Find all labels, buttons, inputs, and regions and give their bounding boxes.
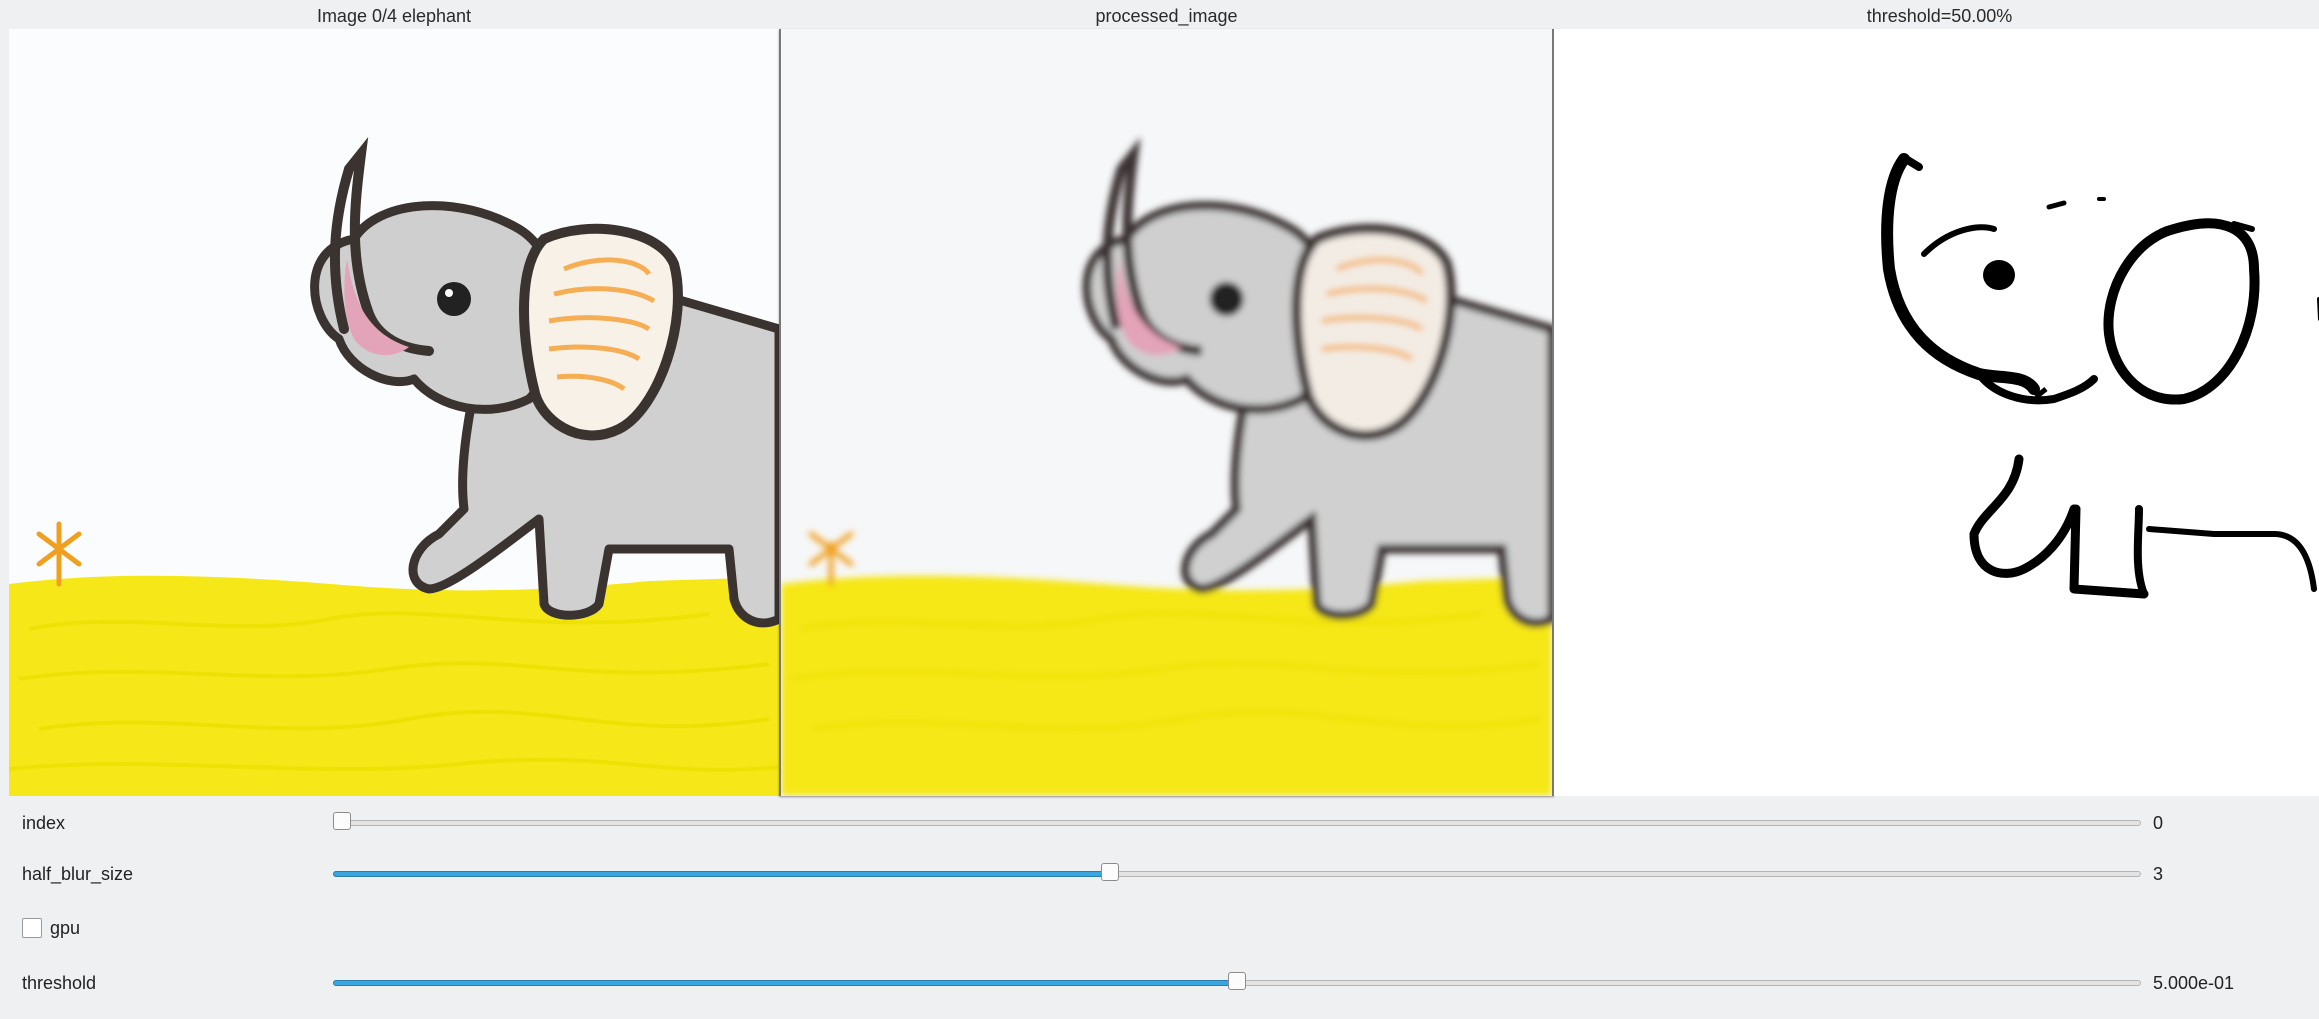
- gpu-checkbox[interactable]: [22, 918, 42, 938]
- half-blur-size-label: half_blur_size: [22, 864, 134, 884]
- threshold-slider-thumb[interactable]: [1228, 972, 1246, 990]
- half-blur-size-slider-fill: [333, 871, 1111, 877]
- threshold-slider-fill: [333, 980, 1237, 986]
- index-slider-track[interactable]: [333, 820, 2141, 826]
- index-label: index: [22, 813, 66, 833]
- gpu-label[interactable]: gpu: [50, 918, 80, 939]
- original-image-title: Image 0/4 elephant: [316, 6, 472, 26]
- index-value: 0: [2153, 813, 2164, 833]
- half-blur-size-value: 3: [2153, 864, 2164, 884]
- index-row: index 0: [0, 808, 2319, 838]
- threshold-image-panel: threshold=50.00%: [1554, 0, 2319, 800]
- threshold-image-view[interactable]: [1554, 29, 2319, 796]
- index-slider[interactable]: [333, 812, 2141, 830]
- processed-image-title: processed_image: [1095, 6, 1238, 26]
- original-image-view[interactable]: [9, 29, 779, 796]
- controls-panel: index 0 half_blur_size 3 gpu threshold 5…: [0, 800, 2319, 1019]
- image-panels: Image 0/4 elephant processed_image thres…: [9, 0, 2319, 800]
- threshold-row: threshold 5.000e-01: [0, 968, 2319, 998]
- processed-image-panel: processed_image: [779, 0, 1554, 800]
- elephant-drawing: [9, 29, 779, 796]
- half-blur-size-slider-thumb[interactable]: [1101, 863, 1120, 881]
- processed-image-view[interactable]: [779, 29, 1554, 796]
- threshold-value: 5.000e-01: [2153, 973, 2235, 993]
- original-image-panel: Image 0/4 elephant: [9, 0, 779, 800]
- gpu-row: gpu: [0, 913, 2319, 943]
- half-blur-size-slider[interactable]: [333, 863, 2141, 881]
- half-blur-size-row: half_blur_size 3: [0, 859, 2319, 889]
- blurred-elephant-drawing: [781, 29, 1552, 796]
- index-slider-thumb[interactable]: [333, 812, 351, 830]
- threshold-label: threshold: [22, 973, 97, 993]
- threshold-image-title: threshold=50.00%: [1866, 6, 2013, 26]
- threshold-edges-drawing: [1554, 29, 2319, 796]
- threshold-slider[interactable]: [333, 972, 2141, 990]
